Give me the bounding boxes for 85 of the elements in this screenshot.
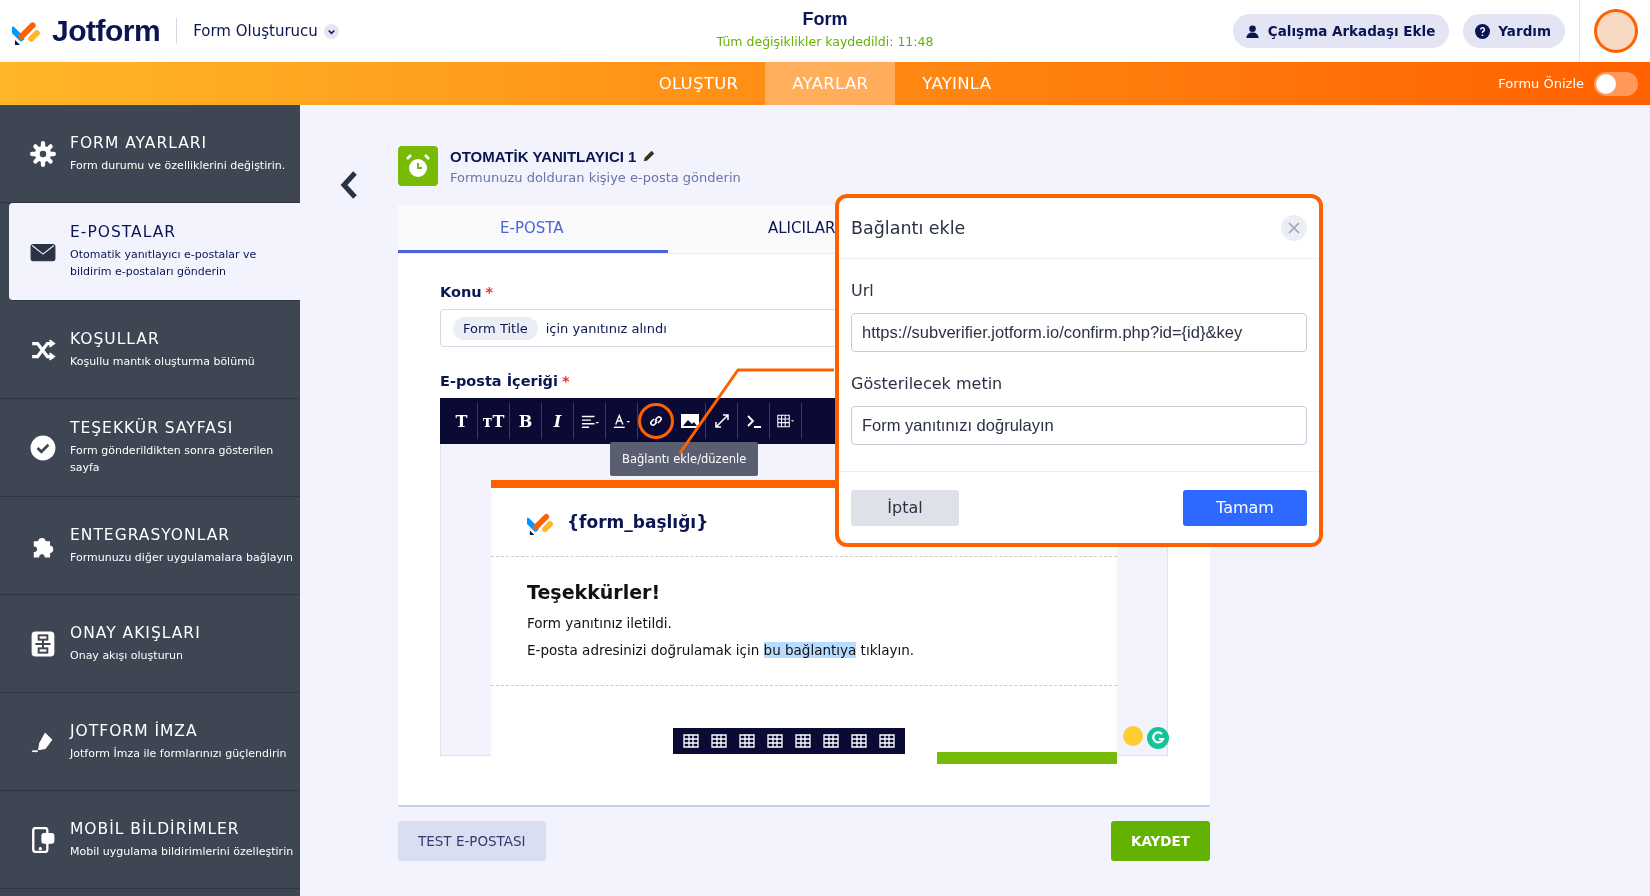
sidebar-item-subtitle: Mobil uygulama bildirimlerini özelleştirin — [70, 843, 295, 860]
sidebar-item-subtitle: Otomatik yanıtlayıcı e-postalar ve bildirim e-postaları gönderin — [70, 247, 258, 280]
toolbar-button[interactable]: T — [446, 403, 478, 439]
sidebar-item-subtitle: Formunuzu diğer uygulamalara bağlayın — [70, 549, 294, 566]
header-button[interactable]: Çalışma Arkadaşı Ekle — [1232, 14, 1450, 48]
mobile-icon — [30, 826, 56, 853]
test-email-button[interactable]: TEST E-POSTASI — [398, 821, 546, 861]
preview-label: Formu Önizle — [1498, 76, 1584, 91]
form-title-tag: Form Title — [453, 316, 538, 340]
table-tool-icon[interactable] — [767, 733, 783, 749]
close-icon[interactable] — [1281, 215, 1307, 241]
text-color-icon — [612, 413, 631, 429]
flowchart-icon — [30, 630, 56, 657]
pencil-icon[interactable] — [642, 149, 657, 163]
subject-label: Konu — [440, 284, 482, 300]
logo-text: Jotform — [52, 14, 161, 48]
sidebar-item-subtitle: Koşullu mantık oluşturma bölümü — [70, 353, 256, 370]
sidebar-item-title: ONAY AKIŞLARI — [70, 623, 201, 642]
email-text: E-posta adresinizi doğrulamak için bu bağlantıya tıklayın. — [527, 642, 916, 658]
sidebar-item-title: FORM AYARLARI — [70, 133, 209, 152]
subject-text: için yanıtınız alındı — [545, 320, 667, 336]
sidebar-item[interactable]: ONAY AKIŞLARI Onay akışı oluşturun — [0, 595, 300, 693]
cancel-button[interactable]: İptal — [851, 489, 959, 526]
sidebar-item[interactable]: JOTFORM İMZA Jotform İmza ile formlarınızı güçlendirin — [0, 693, 300, 791]
sidebar-item-subtitle: Onay akışı oluşturun — [70, 647, 185, 664]
sidebar-item[interactable]: KOŞULLAR Koşullu mantık oluşturma bölümü — [0, 301, 300, 399]
dialog-title: Bağlantı ekle — [851, 218, 966, 238]
sidebar-item-title: MOBİL BİLDİRİMLER — [70, 819, 241, 838]
sidebar-item[interactable]: MOBİL BİLDİRİMLER Mobil uygulama bildirimlerini özelleştirin — [0, 791, 300, 889]
gear-icon — [30, 140, 56, 167]
sidebar-item-title: JOTFORM İMZA — [70, 721, 199, 740]
toolbar-button[interactable]: I — [542, 403, 574, 439]
alarm-clock-icon — [398, 146, 438, 186]
email-heading: Teşekkürler! — [527, 581, 662, 603]
url-label: Url — [851, 281, 875, 300]
table-tool-icon[interactable] — [739, 733, 755, 749]
tooltip: Bağlantı ekle/düzenle — [610, 442, 759, 476]
sidebar-item-subtitle: Jotform İmza ile formlarınızı güçlendirin — [70, 745, 288, 762]
email-form-title: {form_başlığı} — [567, 512, 709, 532]
sidebar-item-title: KOŞULLAR — [70, 329, 161, 348]
url-field[interactable]: https://subverifier.jotform.io/confirm.php?id={id}&key — [851, 313, 1307, 352]
check-circle-icon — [30, 434, 56, 461]
table-tool-icon[interactable] — [823, 733, 839, 749]
back-chevron-icon[interactable] — [339, 170, 359, 200]
sidebar-item[interactable]: ENTEGRASYONLAR Formunuzu diğer uygulamalara bağlayın — [0, 497, 300, 595]
autoresponder-title: OTOMATİK YANITLAYICI 1 — [450, 147, 637, 165]
sidebar-item[interactable]: E-POSTALAR Otomatik yanıtlayıcı e-postalar ve bildirim e-postaları gönderin — [9, 203, 300, 301]
table-icon — [776, 413, 795, 429]
sidebar-item[interactable]: TEŞEKKÜR SAYFASI Form gönderildikten sonra gösterilen sayfa — [0, 399, 300, 497]
sidebar-item-title: ENTEGRASYONLAR — [70, 525, 232, 544]
toolbar-button[interactable]: B — [510, 403, 542, 439]
email-text: Form yanıtınız iletildi. — [527, 615, 673, 631]
emoji-icon — [1123, 726, 1143, 746]
sidebar-item-title: E-POSTALAR — [70, 223, 177, 241]
required-mark: * — [485, 284, 494, 300]
code-icon — [744, 413, 763, 429]
table-tool-icon[interactable] — [879, 733, 895, 749]
table-tool-icon[interactable] — [851, 733, 867, 749]
content-label: E-posta İçeriği — [440, 373, 558, 389]
autoresponder-subtitle: Formunuzu dolduran kişiye e-posta gönderin — [450, 169, 741, 185]
avatar[interactable] — [1594, 9, 1638, 53]
help-icon — [1475, 23, 1491, 39]
person-icon — [1244, 23, 1260, 39]
toolbar-button[interactable]: тT — [478, 403, 510, 439]
table-tool-icon[interactable] — [711, 733, 727, 749]
display-text-label: Gösterilecek metin — [851, 374, 1004, 393]
header-button[interactable]: Yardım — [1463, 14, 1565, 48]
expand-icon — [712, 413, 731, 429]
link-icon — [647, 413, 665, 429]
save-status: Tüm değişiklikler kaydedildi: 11:48 — [715, 34, 935, 49]
table-tool-icon[interactable] — [683, 733, 699, 749]
caret-icon — [323, 23, 339, 39]
align-icon — [580, 413, 599, 429]
preview-toggle[interactable] — [1594, 71, 1638, 96]
builder-menu[interactable]: Form Oluşturucu — [193, 22, 339, 40]
sidebar-item-subtitle: Form durumu ve özelliklerini değiştirin. — [70, 157, 287, 174]
display-text-field[interactable]: Form yanıtınızı doğrulayın — [851, 406, 1307, 445]
sidebar-item-title: TEŞEKKÜR SAYFASI — [70, 419, 235, 437]
link-button[interactable] — [638, 403, 674, 439]
image-icon — [680, 413, 699, 429]
sidebar-item-subtitle: Form gönderildikten sonra gösterilen sayfa — [70, 443, 275, 476]
table-tool-icon[interactable] — [795, 733, 811, 749]
required-mark: * — [561, 373, 570, 389]
panel-tab[interactable]: E-POSTA — [398, 205, 668, 253]
ok-button[interactable]: Tamam — [1183, 489, 1307, 526]
